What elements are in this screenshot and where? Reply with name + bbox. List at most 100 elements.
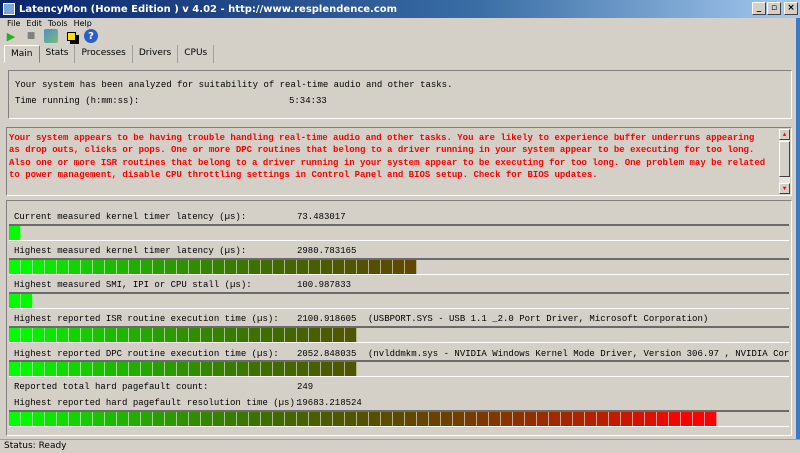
start-icon[interactable]: ▶: [4, 29, 18, 43]
bar-segment: [153, 362, 165, 376]
scroll-up-button[interactable]: ▲: [779, 129, 790, 140]
bar-segment: [9, 362, 21, 376]
bar-segment: [489, 412, 501, 426]
bar-segment: [321, 260, 333, 274]
bar-segment: [261, 260, 273, 274]
menu-edit[interactable]: Edit: [26, 19, 42, 28]
bar-segment: [225, 362, 237, 376]
bar-segment: [309, 362, 321, 376]
bar-segment: [585, 412, 597, 426]
bar-segment: [117, 260, 129, 274]
bar-segment: [333, 362, 345, 376]
bar-segment: [105, 328, 117, 342]
bar-segment: [249, 362, 261, 376]
bar-segment: [309, 260, 321, 274]
bar-segment: [141, 328, 153, 342]
menu-help[interactable]: Help: [74, 19, 92, 28]
bar-segment: [93, 328, 105, 342]
metric-bar: [9, 224, 789, 241]
bar-segment: [93, 412, 105, 426]
time-running-value: 5:34:33: [289, 96, 327, 106]
bar-segment: [573, 412, 585, 426]
bar-segment: [297, 412, 309, 426]
tab-main[interactable]: Main: [4, 45, 40, 63]
bar-segment: [381, 412, 393, 426]
menu-file[interactable]: File: [7, 19, 20, 28]
bar-segment: [117, 412, 129, 426]
bar-segment: [201, 260, 213, 274]
bar-segment: [33, 362, 45, 376]
bar-segment: [141, 260, 153, 274]
window-title: LatencyMon (Home Edition ) v 4.02 - http…: [19, 3, 398, 15]
bar-segment: [345, 362, 357, 376]
bar-segment: [465, 412, 477, 426]
bar-segment: [249, 412, 261, 426]
bar-segment: [201, 412, 213, 426]
bar-segment: [117, 328, 129, 342]
bar-segment: [165, 362, 177, 376]
bar-segment: [273, 328, 285, 342]
bar-segment: [261, 328, 273, 342]
maximize-button[interactable]: ▫: [767, 2, 781, 15]
bar-segment: [81, 328, 93, 342]
bar-segment: [129, 412, 141, 426]
bar-segment: [201, 328, 213, 342]
tab-stats[interactable]: Stats: [40, 45, 76, 63]
bar-segment: [321, 362, 333, 376]
metric-driver-info: (nvlddmkm.sys - NVIDIA Windows Kernel Mo…: [368, 349, 790, 359]
bar-segment: [213, 412, 225, 426]
minimize-button[interactable]: _: [752, 2, 766, 15]
bar-segment: [237, 412, 249, 426]
scroll-down-button[interactable]: ▼: [779, 183, 790, 194]
metric-label: Current measured kernel timer latency (µ…: [14, 212, 247, 222]
bar-segment: [213, 260, 225, 274]
bar-segment: [165, 260, 177, 274]
close-button[interactable]: ×: [784, 2, 798, 15]
bar-segment: [141, 362, 153, 376]
bar-segment: [321, 412, 333, 426]
bar-segment: [285, 362, 297, 376]
bar-segment: [405, 412, 417, 426]
bar-segment: [237, 260, 249, 274]
bar-segment: [429, 412, 441, 426]
search-icon[interactable]: [44, 29, 58, 43]
status-bar: Status: Ready: [0, 439, 800, 453]
scroll-thumb[interactable]: [779, 141, 790, 177]
metric-label: Reported total hard pagefault count:: [14, 382, 209, 392]
help-icon[interactable]: ?: [84, 29, 98, 43]
bar-segment: [57, 412, 69, 426]
bar-segment: [93, 362, 105, 376]
bar-segment: [333, 412, 345, 426]
stop-icon[interactable]: ■: [24, 29, 38, 43]
bar-segment: [57, 260, 69, 274]
bar-segment: [477, 412, 489, 426]
metric-value: 100.987833: [297, 280, 352, 290]
message-scrollbar[interactable]: ▲ ▼: [779, 129, 790, 194]
bar-segment: [81, 412, 93, 426]
bar-segment: [501, 412, 513, 426]
summary-panel: Your system has been analyzed for suitab…: [8, 70, 792, 119]
bar-segment: [549, 412, 561, 426]
tab-drivers[interactable]: Drivers: [133, 45, 179, 63]
summary-text: Your system has been analyzed for suitab…: [15, 80, 453, 90]
bar-segment: [261, 412, 273, 426]
metric-label: Highest reported hard pagefault resoluti…: [14, 398, 301, 408]
tab-processes[interactable]: Processes: [75, 45, 133, 63]
bar-segment: [93, 260, 105, 274]
bar-segment: [333, 260, 345, 274]
bar-segment: [153, 260, 165, 274]
bar-segment: [9, 412, 21, 426]
bar-segment: [453, 412, 465, 426]
bar-segment: [261, 362, 273, 376]
bar-segment: [57, 328, 69, 342]
menu-tools[interactable]: Tools: [48, 19, 68, 28]
bar-segment: [621, 412, 633, 426]
tab-cpus[interactable]: CPUs: [178, 45, 215, 63]
windows-icon[interactable]: [64, 29, 78, 43]
bar-segment: [69, 328, 81, 342]
bar-segment: [21, 412, 33, 426]
bar-segment: [609, 412, 621, 426]
metric-bar: [9, 258, 789, 275]
bar-segment: [357, 260, 369, 274]
bar-segment: [345, 328, 357, 342]
